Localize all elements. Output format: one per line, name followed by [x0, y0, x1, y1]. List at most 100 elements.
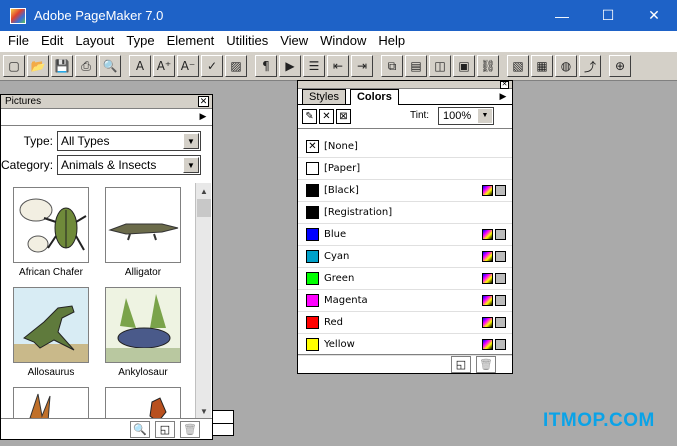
thumbnail-label: Alligator: [124, 267, 162, 278]
color-name: [Paper]: [324, 163, 361, 174]
color-name: Yellow: [324, 339, 355, 350]
menu-layout[interactable]: Layout: [69, 31, 120, 51]
color-row-cyan[interactable]: Cyan: [298, 246, 512, 268]
type-select[interactable]: All Types ▼: [57, 131, 201, 151]
trash-icon[interactable]: 🗑: [180, 420, 200, 438]
menu-element[interactable]: Element: [161, 31, 221, 51]
thumbnail-image: [105, 187, 181, 263]
threading-icon[interactable]: ▶: [279, 55, 301, 77]
menu-utilities[interactable]: Utilities: [220, 31, 274, 51]
font-size-down-icon[interactable]: A⁻: [177, 55, 199, 77]
thumbnail-partial-1[interactable]: [13, 387, 89, 419]
colors-close-icon[interactable]: ✕: [500, 80, 509, 89]
save-icon[interactable]: 💾: [51, 55, 73, 77]
thumbnail-alligator[interactable]: Alligator: [105, 187, 181, 278]
color-row-green[interactable]: Green: [298, 268, 512, 290]
cmyk-model-icon: [495, 317, 506, 328]
new-item-icon[interactable]: ◱: [155, 420, 175, 438]
picture-icon[interactable]: ▦: [531, 55, 553, 77]
color-row-blue[interactable]: Blue: [298, 224, 512, 246]
frame-icon[interactable]: ◫: [429, 55, 451, 77]
new-icon[interactable]: ▢: [3, 55, 25, 77]
print-icon[interactable]: ⎙: [75, 55, 97, 77]
thumbnail-partial-2[interactable]: [105, 387, 181, 419]
indent-right-icon[interactable]: ⇥: [351, 55, 373, 77]
color-row-yellow[interactable]: Yellow: [298, 334, 512, 356]
open-icon[interactable]: 📂: [27, 55, 49, 77]
color-swatch: [306, 316, 319, 329]
add-icon[interactable]: ⊕: [609, 55, 631, 77]
pictures-palette-titlebar[interactable]: Pictures ✕: [1, 95, 212, 109]
font-size-up-icon[interactable]: A⁺: [153, 55, 175, 77]
color-row-paper[interactable]: [Paper]: [298, 158, 512, 180]
menu-type[interactable]: Type: [120, 31, 160, 51]
find-icon[interactable]: 🔍: [99, 55, 121, 77]
palette-menu-arrow-icon[interactable]: ▶: [197, 111, 209, 123]
tab-colors[interactable]: Colors: [349, 89, 399, 105]
paste-icon[interactable]: ▤: [405, 55, 427, 77]
minimize-button[interactable]: —: [539, 0, 585, 31]
fill-icon[interactable]: ✕: [319, 109, 334, 124]
antelope-icon: [29, 393, 51, 419]
indent-left-icon[interactable]: ⇤: [327, 55, 349, 77]
chevron-down-icon[interactable]: ▼: [183, 157, 199, 173]
process-color-icon: [482, 273, 493, 284]
color-icon[interactable]: ▧: [507, 55, 529, 77]
colors-palette-titlebar[interactable]: ✕: [298, 80, 512, 89]
fill-icon[interactable]: ▨: [225, 55, 247, 77]
scroll-down-icon[interactable]: ▼: [196, 403, 212, 419]
menu-file[interactable]: File: [2, 31, 35, 51]
beetle-icon: [19, 198, 87, 253]
font-icon[interactable]: A: [129, 55, 151, 77]
color-row-red[interactable]: Red: [298, 312, 512, 334]
color-type-icons: [480, 339, 506, 350]
colors-palette: ✕ Styles Colors ▶ ✎ ✕ ⊠ Tint: 100% ▼ ✕ [N…: [297, 80, 513, 374]
cmyk-model-icon: [495, 273, 506, 284]
paragraph-icon[interactable]: ¶: [255, 55, 277, 77]
scroll-up-icon[interactable]: ▲: [196, 183, 212, 199]
thumbnail-allosaurus[interactable]: Allosaurus: [13, 287, 89, 378]
category-select[interactable]: Animals & Insects ▼: [57, 155, 201, 175]
process-color-icon: [482, 251, 493, 262]
maximize-button[interactable]: ☐: [585, 0, 631, 31]
stroke-icon[interactable]: ✎: [302, 109, 317, 124]
link-icon[interactable]: ⛓: [477, 55, 499, 77]
new-color-icon[interactable]: ◱: [451, 355, 471, 373]
pictures-close-icon[interactable]: ✕: [198, 96, 209, 107]
thumbnail-african-chafer[interactable]: African Chafer: [13, 187, 89, 278]
color-name: [Black]: [324, 185, 359, 196]
both-icon[interactable]: ⊠: [336, 109, 351, 124]
color-row-magenta[interactable]: Magenta: [298, 290, 512, 312]
color-row-none[interactable]: ✕ [None]: [298, 136, 512, 158]
color-row-registration[interactable]: [Registration]: [298, 202, 512, 224]
color-row-black[interactable]: [Black]: [298, 180, 512, 202]
thumbnail-image: [13, 187, 89, 263]
menu-window[interactable]: Window: [314, 31, 372, 51]
image-icon[interactable]: ▣: [453, 55, 475, 77]
category-value: Animals & Insects: [61, 158, 157, 172]
chevron-down-icon[interactable]: ▼: [478, 109, 492, 123]
trash-icon[interactable]: 🗑: [476, 355, 496, 373]
spell-check-icon[interactable]: ✓: [201, 55, 223, 77]
menu-edit[interactable]: Edit: [35, 31, 69, 51]
palette-menu-arrow-icon[interactable]: ▶: [497, 91, 509, 103]
chevron-down-icon[interactable]: ▼: [183, 133, 199, 149]
copy-icon[interactable]: ⧉: [381, 55, 403, 77]
tab-styles[interactable]: Styles: [302, 89, 346, 104]
process-color-icon: [482, 295, 493, 306]
tint-value: 100%: [443, 110, 472, 122]
menu-view[interactable]: View: [274, 31, 314, 51]
search-icon[interactable]: 🔍: [130, 420, 150, 438]
color-name: Cyan: [324, 251, 350, 262]
menu-help[interactable]: Help: [372, 31, 411, 51]
bullets-icon[interactable]: ☰: [303, 55, 325, 77]
globe-icon[interactable]: ◍: [555, 55, 577, 77]
export-icon[interactable]: ⤴: [579, 55, 601, 77]
scroll-thumb[interactable]: [197, 199, 211, 217]
pictures-scrollbar[interactable]: ▲ ▼: [195, 183, 211, 419]
color-type-icons: [480, 317, 506, 328]
thumbnail-ankylosaur[interactable]: Ankylosaur: [105, 287, 181, 378]
tint-select[interactable]: 100% ▼: [438, 107, 494, 125]
close-button[interactable]: ✕: [631, 0, 677, 31]
process-color-icon: [482, 185, 493, 196]
